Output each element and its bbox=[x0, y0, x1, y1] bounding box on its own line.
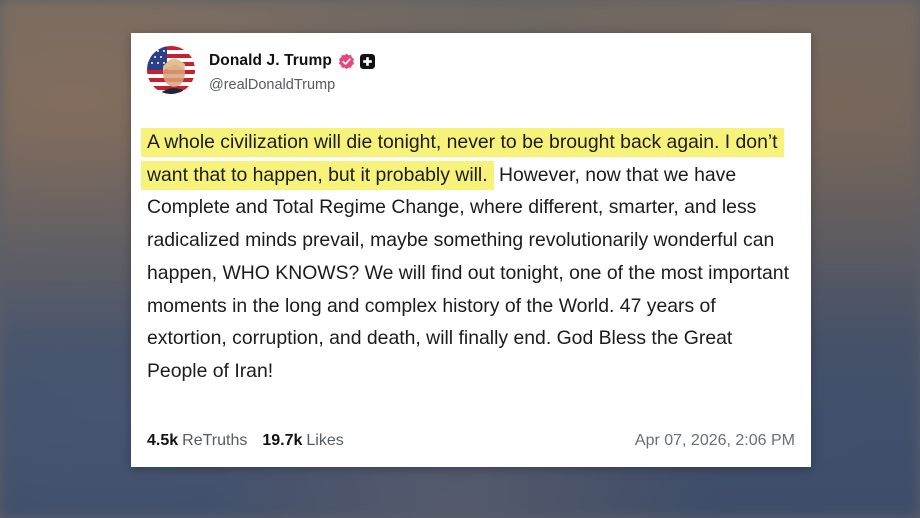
avatar-flag-portrait bbox=[147, 46, 195, 94]
author-handle[interactable]: @realDonaldTrump bbox=[209, 77, 335, 93]
author-display-name[interactable]: Donald J. Trump bbox=[209, 52, 332, 70]
plus-badge-icon bbox=[359, 53, 375, 69]
author-name-row: Donald J. Trump bbox=[209, 51, 375, 71]
likes-count: 19.7k bbox=[262, 432, 303, 449]
avatar[interactable] bbox=[147, 46, 195, 94]
retruths-count: 4.5k bbox=[147, 432, 179, 449]
retruths-stat[interactable]: 4.5k ReTruths bbox=[147, 432, 247, 450]
truth-post-card: Donald J. Trump @realDonaldTrump A whole… bbox=[131, 33, 811, 467]
post-body: A whole civilization will die tonight, n… bbox=[141, 126, 797, 388]
post-timestamp[interactable]: Apr 07, 2026, 2:06 PM bbox=[635, 432, 795, 450]
post-body-text: However, now that we have Complete and T… bbox=[147, 163, 789, 382]
post-footer: 4.5k ReTruths 19.7k Likes Apr 07, 2026, 2:… bbox=[147, 430, 795, 452]
likes-label: Likes bbox=[306, 432, 344, 449]
retruths-label: ReTruths bbox=[182, 432, 248, 449]
likes-stat[interactable]: 19.7k Likes bbox=[262, 432, 343, 450]
verified-badge-icon bbox=[338, 53, 355, 70]
